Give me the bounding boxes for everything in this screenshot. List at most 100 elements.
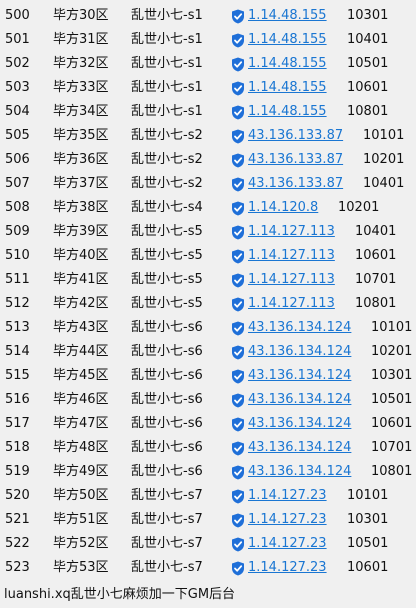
server-ip-link[interactable]: 1.14.127.23 xyxy=(248,508,327,532)
server-name: 乱世小七-s7 xyxy=(131,512,203,527)
server-port: 10201 xyxy=(363,152,405,167)
server-ip-link[interactable]: 1.14.127.23 xyxy=(248,484,327,508)
table-row: 518 毕方48区 乱世小七-s6 43.136.134.124 10701 xyxy=(0,436,416,460)
server-name: 乱世小七-s2 xyxy=(131,128,203,143)
shield-check-icon xyxy=(231,129,245,144)
shield-check-icon xyxy=(231,177,245,192)
server-ip-link[interactable]: 43.136.133.87 xyxy=(248,148,343,172)
zone-name: 毕方37区 xyxy=(53,176,109,191)
zone-name: 毕方45区 xyxy=(53,368,109,383)
server-name: 乱世小七-s6 xyxy=(131,440,203,455)
row-id: 512 xyxy=(5,296,30,311)
server-ip-link[interactable]: 43.136.134.124 xyxy=(248,316,351,340)
table-row: 513 毕方43区 乱世小七-s6 43.136.134.124 10101 xyxy=(0,316,416,340)
row-id: 501 xyxy=(5,32,30,47)
server-port: 10701 xyxy=(371,440,413,455)
server-port: 10401 xyxy=(347,32,389,47)
server-ip-link[interactable]: 43.136.134.124 xyxy=(248,412,351,436)
zone-name: 毕方40区 xyxy=(53,248,109,263)
server-ip-link[interactable]: 1.14.48.155 xyxy=(248,28,327,52)
zone-name: 毕方51区 xyxy=(53,512,109,527)
server-ip-link[interactable]: 43.136.134.124 xyxy=(248,436,351,460)
server-name: 乱世小七-s5 xyxy=(131,296,203,311)
table-row: 508 毕方38区 乱世小七-s4 1.14.120.8 10201 xyxy=(0,196,416,220)
zone-name: 毕方49区 xyxy=(53,464,109,479)
server-ip-link[interactable]: 1.14.48.155 xyxy=(248,100,327,124)
server-port: 10801 xyxy=(371,464,413,479)
server-ip-link[interactable]: 43.136.134.124 xyxy=(248,340,351,364)
zone-name: 毕方50区 xyxy=(53,488,109,503)
server-name: 乱世小七-s1 xyxy=(131,32,203,47)
shield-check-icon xyxy=(231,33,245,48)
server-ip-link[interactable]: 43.136.133.87 xyxy=(248,172,343,196)
server-name: 乱世小七-s5 xyxy=(131,248,203,263)
server-ip-link[interactable]: 1.14.48.155 xyxy=(248,4,327,28)
table-row: 502 毕方32区 乱世小七-s1 1.14.48.155 10501 xyxy=(0,52,416,76)
row-id: 513 xyxy=(5,320,30,335)
server-name: 乱世小七-s2 xyxy=(131,152,203,167)
zone-name: 毕方32区 xyxy=(53,56,109,71)
server-name: 乱世小七-s5 xyxy=(131,224,203,239)
row-id: 500 xyxy=(5,8,30,23)
row-id: 507 xyxy=(5,176,30,191)
server-ip-link[interactable]: 1.14.127.113 xyxy=(248,292,335,316)
shield-check-icon xyxy=(231,369,245,384)
shield-check-icon xyxy=(231,201,245,216)
server-name: 乱世小七-s1 xyxy=(131,80,203,95)
server-name: 乱世小七-s6 xyxy=(131,464,203,479)
row-id: 523 xyxy=(5,560,30,575)
server-name: 乱世小七-s5 xyxy=(131,272,203,287)
table-row: 500 毕方30区 乱世小七-s1 1.14.48.155 10301 xyxy=(0,4,416,28)
server-name: 乱世小七-s7 xyxy=(131,488,203,503)
table-row: 509 毕方39区 乱世小七-s5 1.14.127.113 10401 xyxy=(0,220,416,244)
shield-check-icon xyxy=(231,393,245,408)
shield-check-icon xyxy=(231,153,245,168)
zone-name: 毕方48区 xyxy=(53,440,109,455)
shield-check-icon xyxy=(231,9,245,24)
server-ip-link[interactable]: 1.14.127.113 xyxy=(248,220,335,244)
row-id: 508 xyxy=(5,200,30,215)
server-ip-link[interactable]: 1.14.127.113 xyxy=(248,244,335,268)
shield-check-icon xyxy=(231,81,245,96)
shield-check-icon xyxy=(231,249,245,264)
row-id: 521 xyxy=(5,512,30,527)
server-ip-link[interactable]: 1.14.120.8 xyxy=(248,196,318,220)
table-row: 504 毕方34区 乱世小七-s1 1.14.48.155 10801 xyxy=(0,100,416,124)
server-port: 10801 xyxy=(347,104,389,119)
table-row: 521 毕方51区 乱世小七-s7 1.14.127.23 10301 xyxy=(0,508,416,532)
server-ip-link[interactable]: 1.14.127.23 xyxy=(248,532,327,556)
server-port: 10601 xyxy=(347,560,389,575)
server-ip-link[interactable]: 1.14.127.113 xyxy=(248,268,335,292)
zone-name: 毕方46区 xyxy=(53,392,109,407)
server-name: 乱世小七-s2 xyxy=(131,176,203,191)
zone-name: 毕方42区 xyxy=(53,296,109,311)
server-port: 10101 xyxy=(347,488,389,503)
server-port: 10301 xyxy=(371,368,413,383)
server-ip-link[interactable]: 1.14.48.155 xyxy=(248,76,327,100)
zone-name: 毕方30区 xyxy=(53,8,109,23)
server-ip-link[interactable]: 43.136.134.124 xyxy=(248,364,351,388)
row-id: 504 xyxy=(5,104,30,119)
table-row: 501 毕方31区 乱世小七-s1 1.14.48.155 10401 xyxy=(0,28,416,52)
server-ip-link[interactable]: 43.136.133.87 xyxy=(248,124,343,148)
server-ip-link[interactable]: 1.14.127.23 xyxy=(248,556,327,580)
server-port: 10501 xyxy=(371,392,413,407)
server-ip-link[interactable]: 1.14.48.155 xyxy=(248,52,327,76)
zone-name: 毕方52区 xyxy=(53,536,109,551)
zone-name: 毕方31区 xyxy=(53,32,109,47)
shield-check-icon xyxy=(231,273,245,288)
server-ip-link[interactable]: 43.136.134.124 xyxy=(248,388,351,412)
row-id: 503 xyxy=(5,80,30,95)
server-port: 10101 xyxy=(371,320,413,335)
table-row: 511 毕方41区 乱世小七-s5 1.14.127.113 10701 xyxy=(0,268,416,292)
server-port: 10801 xyxy=(355,296,397,311)
server-name: 乱世小七-s4 xyxy=(131,200,203,215)
row-id: 505 xyxy=(5,128,30,143)
shield-check-icon xyxy=(231,537,245,552)
zone-name: 毕方34区 xyxy=(53,104,109,119)
server-name: 乱世小七-s6 xyxy=(131,416,203,431)
table-row: 506 毕方36区 乱世小七-s2 43.136.133.87 10201 xyxy=(0,148,416,172)
server-ip-link[interactable]: 43.136.134.124 xyxy=(248,460,351,484)
zone-name: 毕方38区 xyxy=(53,200,109,215)
table-row: 515 毕方45区 乱世小七-s6 43.136.134.124 10301 xyxy=(0,364,416,388)
